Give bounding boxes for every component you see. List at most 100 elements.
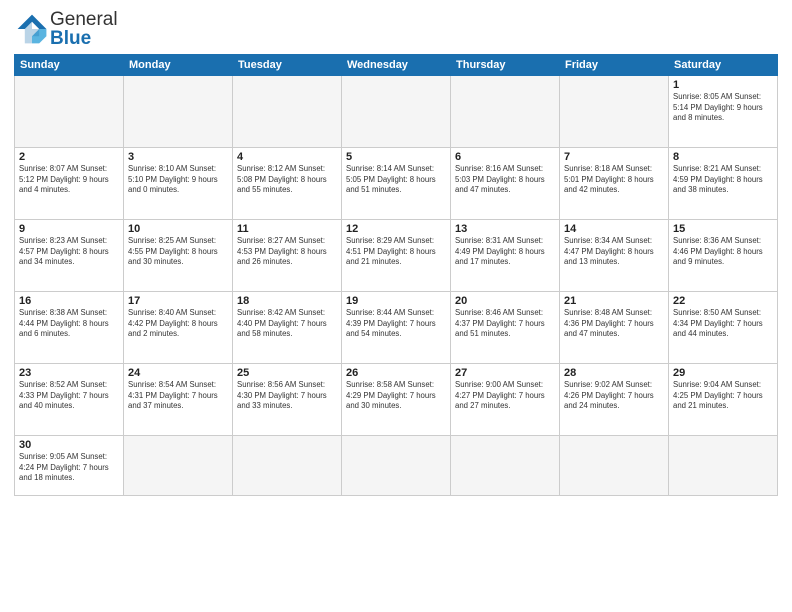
calendar-cell: 4Sunrise: 8:12 AM Sunset: 5:08 PM Daylig… (233, 148, 342, 220)
day-info: Sunrise: 8:54 AM Sunset: 4:31 PM Dayligh… (128, 380, 228, 412)
weekday-header-saturday: Saturday (669, 55, 778, 76)
calendar: SundayMondayTuesdayWednesdayThursdayFrid… (14, 54, 778, 496)
calendar-week-1: 1Sunrise: 8:05 AM Sunset: 5:14 PM Daylig… (15, 76, 778, 148)
calendar-cell (124, 436, 233, 496)
day-info: Sunrise: 8:25 AM Sunset: 4:55 PM Dayligh… (128, 236, 228, 268)
day-number: 8 (673, 151, 773, 163)
day-info: Sunrise: 8:34 AM Sunset: 4:47 PM Dayligh… (564, 236, 664, 268)
calendar-cell: 8Sunrise: 8:21 AM Sunset: 4:59 PM Daylig… (669, 148, 778, 220)
calendar-cell: 11Sunrise: 8:27 AM Sunset: 4:53 PM Dayli… (233, 220, 342, 292)
weekday-header-friday: Friday (560, 55, 669, 76)
day-info: Sunrise: 8:16 AM Sunset: 5:03 PM Dayligh… (455, 164, 555, 196)
day-number: 19 (346, 295, 446, 307)
weekday-header-row: SundayMondayTuesdayWednesdayThursdayFrid… (15, 55, 778, 76)
day-info: Sunrise: 8:56 AM Sunset: 4:30 PM Dayligh… (237, 380, 337, 412)
day-number: 27 (455, 367, 555, 379)
calendar-cell: 6Sunrise: 8:16 AM Sunset: 5:03 PM Daylig… (451, 148, 560, 220)
calendar-week-5: 23Sunrise: 8:52 AM Sunset: 4:33 PM Dayli… (15, 364, 778, 436)
calendar-cell: 3Sunrise: 8:10 AM Sunset: 5:10 PM Daylig… (124, 148, 233, 220)
day-number: 1 (673, 79, 773, 91)
day-info: Sunrise: 9:00 AM Sunset: 4:27 PM Dayligh… (455, 380, 555, 412)
day-number: 23 (19, 367, 119, 379)
logo: GeneralBlue (14, 10, 118, 48)
day-number: 26 (346, 367, 446, 379)
calendar-cell: 1Sunrise: 8:05 AM Sunset: 5:14 PM Daylig… (669, 76, 778, 148)
calendar-week-4: 16Sunrise: 8:38 AM Sunset: 4:44 PM Dayli… (15, 292, 778, 364)
day-info: Sunrise: 8:40 AM Sunset: 4:42 PM Dayligh… (128, 308, 228, 340)
day-info: Sunrise: 8:58 AM Sunset: 4:29 PM Dayligh… (346, 380, 446, 412)
calendar-cell (560, 436, 669, 496)
calendar-week-2: 2Sunrise: 8:07 AM Sunset: 5:12 PM Daylig… (15, 148, 778, 220)
day-info: Sunrise: 9:04 AM Sunset: 4:25 PM Dayligh… (673, 380, 773, 412)
calendar-cell: 18Sunrise: 8:42 AM Sunset: 4:40 PM Dayli… (233, 292, 342, 364)
day-info: Sunrise: 8:10 AM Sunset: 5:10 PM Dayligh… (128, 164, 228, 196)
day-number: 28 (564, 367, 664, 379)
day-info: Sunrise: 8:27 AM Sunset: 4:53 PM Dayligh… (237, 236, 337, 268)
calendar-cell: 16Sunrise: 8:38 AM Sunset: 4:44 PM Dayli… (15, 292, 124, 364)
day-number: 22 (673, 295, 773, 307)
calendar-cell: 25Sunrise: 8:56 AM Sunset: 4:30 PM Dayli… (233, 364, 342, 436)
day-info: Sunrise: 8:38 AM Sunset: 4:44 PM Dayligh… (19, 308, 119, 340)
weekday-header-wednesday: Wednesday (342, 55, 451, 76)
day-info: Sunrise: 8:12 AM Sunset: 5:08 PM Dayligh… (237, 164, 337, 196)
calendar-cell: 28Sunrise: 9:02 AM Sunset: 4:26 PM Dayli… (560, 364, 669, 436)
day-number: 9 (19, 223, 119, 235)
day-info: Sunrise: 8:36 AM Sunset: 4:46 PM Dayligh… (673, 236, 773, 268)
calendar-cell: 24Sunrise: 8:54 AM Sunset: 4:31 PM Dayli… (124, 364, 233, 436)
logo-blue: Blue (50, 29, 118, 48)
calendar-cell (15, 76, 124, 148)
weekday-header-tuesday: Tuesday (233, 55, 342, 76)
day-info: Sunrise: 9:02 AM Sunset: 4:26 PM Dayligh… (564, 380, 664, 412)
day-number: 7 (564, 151, 664, 163)
calendar-cell (342, 76, 451, 148)
day-info: Sunrise: 8:44 AM Sunset: 4:39 PM Dayligh… (346, 308, 446, 340)
calendar-cell (451, 436, 560, 496)
day-number: 6 (455, 151, 555, 163)
day-info: Sunrise: 8:21 AM Sunset: 4:59 PM Dayligh… (673, 164, 773, 196)
day-number: 30 (19, 439, 119, 451)
day-info: Sunrise: 9:05 AM Sunset: 4:24 PM Dayligh… (19, 452, 119, 484)
calendar-cell (669, 436, 778, 496)
day-info: Sunrise: 8:07 AM Sunset: 5:12 PM Dayligh… (19, 164, 119, 196)
calendar-cell (342, 436, 451, 496)
logo-general: General (50, 10, 118, 29)
calendar-week-3: 9Sunrise: 8:23 AM Sunset: 4:57 PM Daylig… (15, 220, 778, 292)
day-info: Sunrise: 8:31 AM Sunset: 4:49 PM Dayligh… (455, 236, 555, 268)
calendar-cell (560, 76, 669, 148)
day-number: 24 (128, 367, 228, 379)
header: GeneralBlue (14, 10, 778, 48)
day-info: Sunrise: 8:18 AM Sunset: 5:01 PM Dayligh… (564, 164, 664, 196)
day-number: 2 (19, 151, 119, 163)
day-number: 5 (346, 151, 446, 163)
calendar-cell (451, 76, 560, 148)
calendar-cell: 12Sunrise: 8:29 AM Sunset: 4:51 PM Dayli… (342, 220, 451, 292)
page: GeneralBlue SundayMondayTuesdayWednesday… (0, 0, 792, 612)
day-number: 10 (128, 223, 228, 235)
calendar-cell: 22Sunrise: 8:50 AM Sunset: 4:34 PM Dayli… (669, 292, 778, 364)
calendar-cell: 29Sunrise: 9:04 AM Sunset: 4:25 PM Dayli… (669, 364, 778, 436)
day-number: 4 (237, 151, 337, 163)
calendar-cell: 2Sunrise: 8:07 AM Sunset: 5:12 PM Daylig… (15, 148, 124, 220)
calendar-cell: 13Sunrise: 8:31 AM Sunset: 4:49 PM Dayli… (451, 220, 560, 292)
day-number: 17 (128, 295, 228, 307)
day-info: Sunrise: 8:29 AM Sunset: 4:51 PM Dayligh… (346, 236, 446, 268)
day-number: 29 (673, 367, 773, 379)
weekday-header-monday: Monday (124, 55, 233, 76)
day-number: 14 (564, 223, 664, 235)
calendar-cell: 5Sunrise: 8:14 AM Sunset: 5:05 PM Daylig… (342, 148, 451, 220)
calendar-cell: 7Sunrise: 8:18 AM Sunset: 5:01 PM Daylig… (560, 148, 669, 220)
day-number: 16 (19, 295, 119, 307)
calendar-cell: 17Sunrise: 8:40 AM Sunset: 4:42 PM Dayli… (124, 292, 233, 364)
calendar-cell: 26Sunrise: 8:58 AM Sunset: 4:29 PM Dayli… (342, 364, 451, 436)
day-number: 18 (237, 295, 337, 307)
day-number: 3 (128, 151, 228, 163)
calendar-cell (233, 76, 342, 148)
day-info: Sunrise: 8:52 AM Sunset: 4:33 PM Dayligh… (19, 380, 119, 412)
calendar-cell: 14Sunrise: 8:34 AM Sunset: 4:47 PM Dayli… (560, 220, 669, 292)
calendar-cell: 20Sunrise: 8:46 AM Sunset: 4:37 PM Dayli… (451, 292, 560, 364)
day-number: 12 (346, 223, 446, 235)
calendar-cell: 10Sunrise: 8:25 AM Sunset: 4:55 PM Dayli… (124, 220, 233, 292)
day-number: 21 (564, 295, 664, 307)
day-number: 15 (673, 223, 773, 235)
calendar-cell (124, 76, 233, 148)
